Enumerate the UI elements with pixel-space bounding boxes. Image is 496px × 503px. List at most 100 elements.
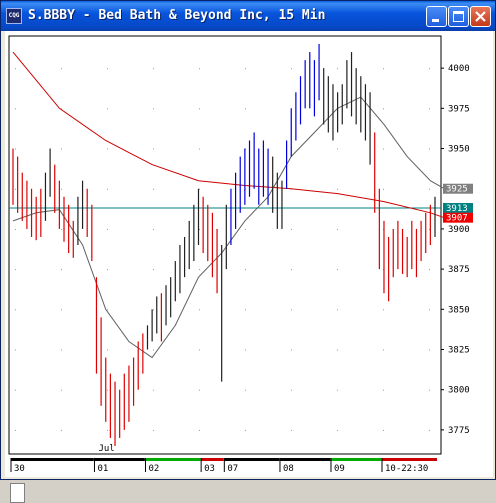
- grid-dot: [61, 349, 62, 351]
- window-title: S.BBBY - Bed Bath & Beyond Inc, 15 Min: [28, 8, 326, 23]
- grid-dot: [153, 188, 154, 190]
- session-bar: [224, 458, 280, 461]
- grid-dot: [199, 309, 200, 311]
- session-label: 09: [334, 464, 345, 474]
- grid-dot: [337, 429, 338, 431]
- grid-dot: [337, 148, 338, 150]
- grid-dot: [429, 108, 430, 110]
- grid-dot: [383, 108, 384, 110]
- grid-dot: [15, 269, 16, 271]
- grid-dot: [61, 309, 62, 311]
- grid-dot: [245, 389, 246, 391]
- grid-dot: [245, 108, 246, 110]
- grid-dot: [383, 148, 384, 150]
- grid-dot: [337, 349, 338, 351]
- grid-dot: [15, 309, 16, 311]
- chart-area[interactable]: 4000 3975 3950 3900 3875 3850 3825 3800 3775 3925…: [5, 31, 493, 503]
- grid-dot: [15, 148, 16, 150]
- grid-dot: [245, 429, 246, 431]
- grid-dot: [15, 68, 16, 70]
- grid-dot: [245, 269, 246, 271]
- chart-window: CQG S.BBBY - Bed Bath & Beyond Inc, 15 M…: [0, 0, 496, 503]
- y-tick-label: 3950: [448, 145, 470, 155]
- grid-dot: [107, 148, 108, 150]
- grid-dot: [199, 269, 200, 271]
- y-tick-label: 3975: [448, 104, 470, 114]
- y-tick-label: 3875: [448, 265, 470, 275]
- grid-dot: [291, 429, 292, 431]
- y-tick-label: 3825: [448, 346, 470, 356]
- price-chart[interactable]: 4000 3975 3950 3900 3875 3850 3825 3800 3775 3925…: [5, 31, 493, 477]
- grid-dot: [199, 228, 200, 230]
- price-marker-label: 3907: [446, 214, 468, 224]
- grid-dot: [199, 389, 200, 391]
- session-bar: [279, 458, 331, 461]
- maximize-button[interactable]: [448, 6, 469, 27]
- grid-dot: [61, 228, 62, 230]
- grid-dot: [107, 269, 108, 271]
- chart-status-box[interactable]: [10, 483, 25, 503]
- grid-dot: [337, 228, 338, 230]
- grid-dot: [383, 389, 384, 391]
- grid-dot: [429, 188, 430, 190]
- grid-dot: [429, 269, 430, 271]
- grid-dot: [245, 349, 246, 351]
- grid-dot: [107, 108, 108, 110]
- session-bar: [201, 458, 224, 461]
- grid-dot: [107, 349, 108, 351]
- grid-dot: [199, 148, 200, 150]
- grid-dot: [61, 429, 62, 431]
- session-bar: [330, 458, 382, 461]
- grid-dot: [15, 188, 16, 190]
- grid-dot: [429, 148, 430, 150]
- grid-dot: [337, 188, 338, 190]
- grid-dot: [153, 148, 154, 150]
- grid-dot: [291, 349, 292, 351]
- grid-dot: [199, 188, 200, 190]
- grid-dot: [291, 309, 292, 311]
- grid-dot: [153, 429, 154, 431]
- grid-dot: [245, 68, 246, 70]
- minimize-icon: [432, 19, 439, 22]
- minimize-button[interactable]: [426, 6, 447, 27]
- y-tick-label: 3900: [448, 225, 470, 235]
- grid-dot: [61, 188, 62, 190]
- grid-dot: [383, 309, 384, 311]
- session-bar: [94, 458, 145, 461]
- grid-dot: [199, 429, 200, 431]
- app-icon[interactable]: CQG: [6, 8, 22, 24]
- title-bar[interactable]: CQG S.BBBY - Bed Bath & Beyond Inc, 15 M…: [1, 1, 495, 31]
- y-tick-label: 4000: [448, 64, 470, 74]
- grid-dot: [429, 389, 430, 391]
- grid-dot: [199, 349, 200, 351]
- session-bar: [145, 458, 201, 461]
- session-bar: [381, 458, 437, 461]
- grid-dot: [61, 269, 62, 271]
- grid-dot: [153, 349, 154, 351]
- grid-dot: [107, 389, 108, 391]
- grid-dot: [61, 68, 62, 70]
- grid-dot: [429, 349, 430, 351]
- grid-dot: [107, 429, 108, 431]
- grid-dot: [337, 309, 338, 311]
- month-label: Jul: [98, 444, 114, 454]
- grid-dot: [153, 269, 154, 271]
- grid-dot: [245, 309, 246, 311]
- grid-dot: [383, 349, 384, 351]
- y-tick-label: 3800: [448, 386, 470, 396]
- grid-dot: [199, 68, 200, 70]
- grid-dot: [15, 389, 16, 391]
- grid-dot: [15, 228, 16, 230]
- y-tick-label: 3775: [448, 426, 470, 436]
- y-tick-label: 3850: [448, 305, 470, 315]
- grid-dot: [383, 68, 384, 70]
- grid-dot: [337, 389, 338, 391]
- grid-dot: [153, 68, 154, 70]
- grid-dot: [429, 68, 430, 70]
- grid-dot: [429, 429, 430, 431]
- session-label: 10-22:30: [385, 464, 428, 474]
- grid-dot: [153, 108, 154, 110]
- close-button[interactable]: [470, 6, 491, 27]
- grid-dot: [107, 309, 108, 311]
- session-label: 07: [227, 464, 238, 474]
